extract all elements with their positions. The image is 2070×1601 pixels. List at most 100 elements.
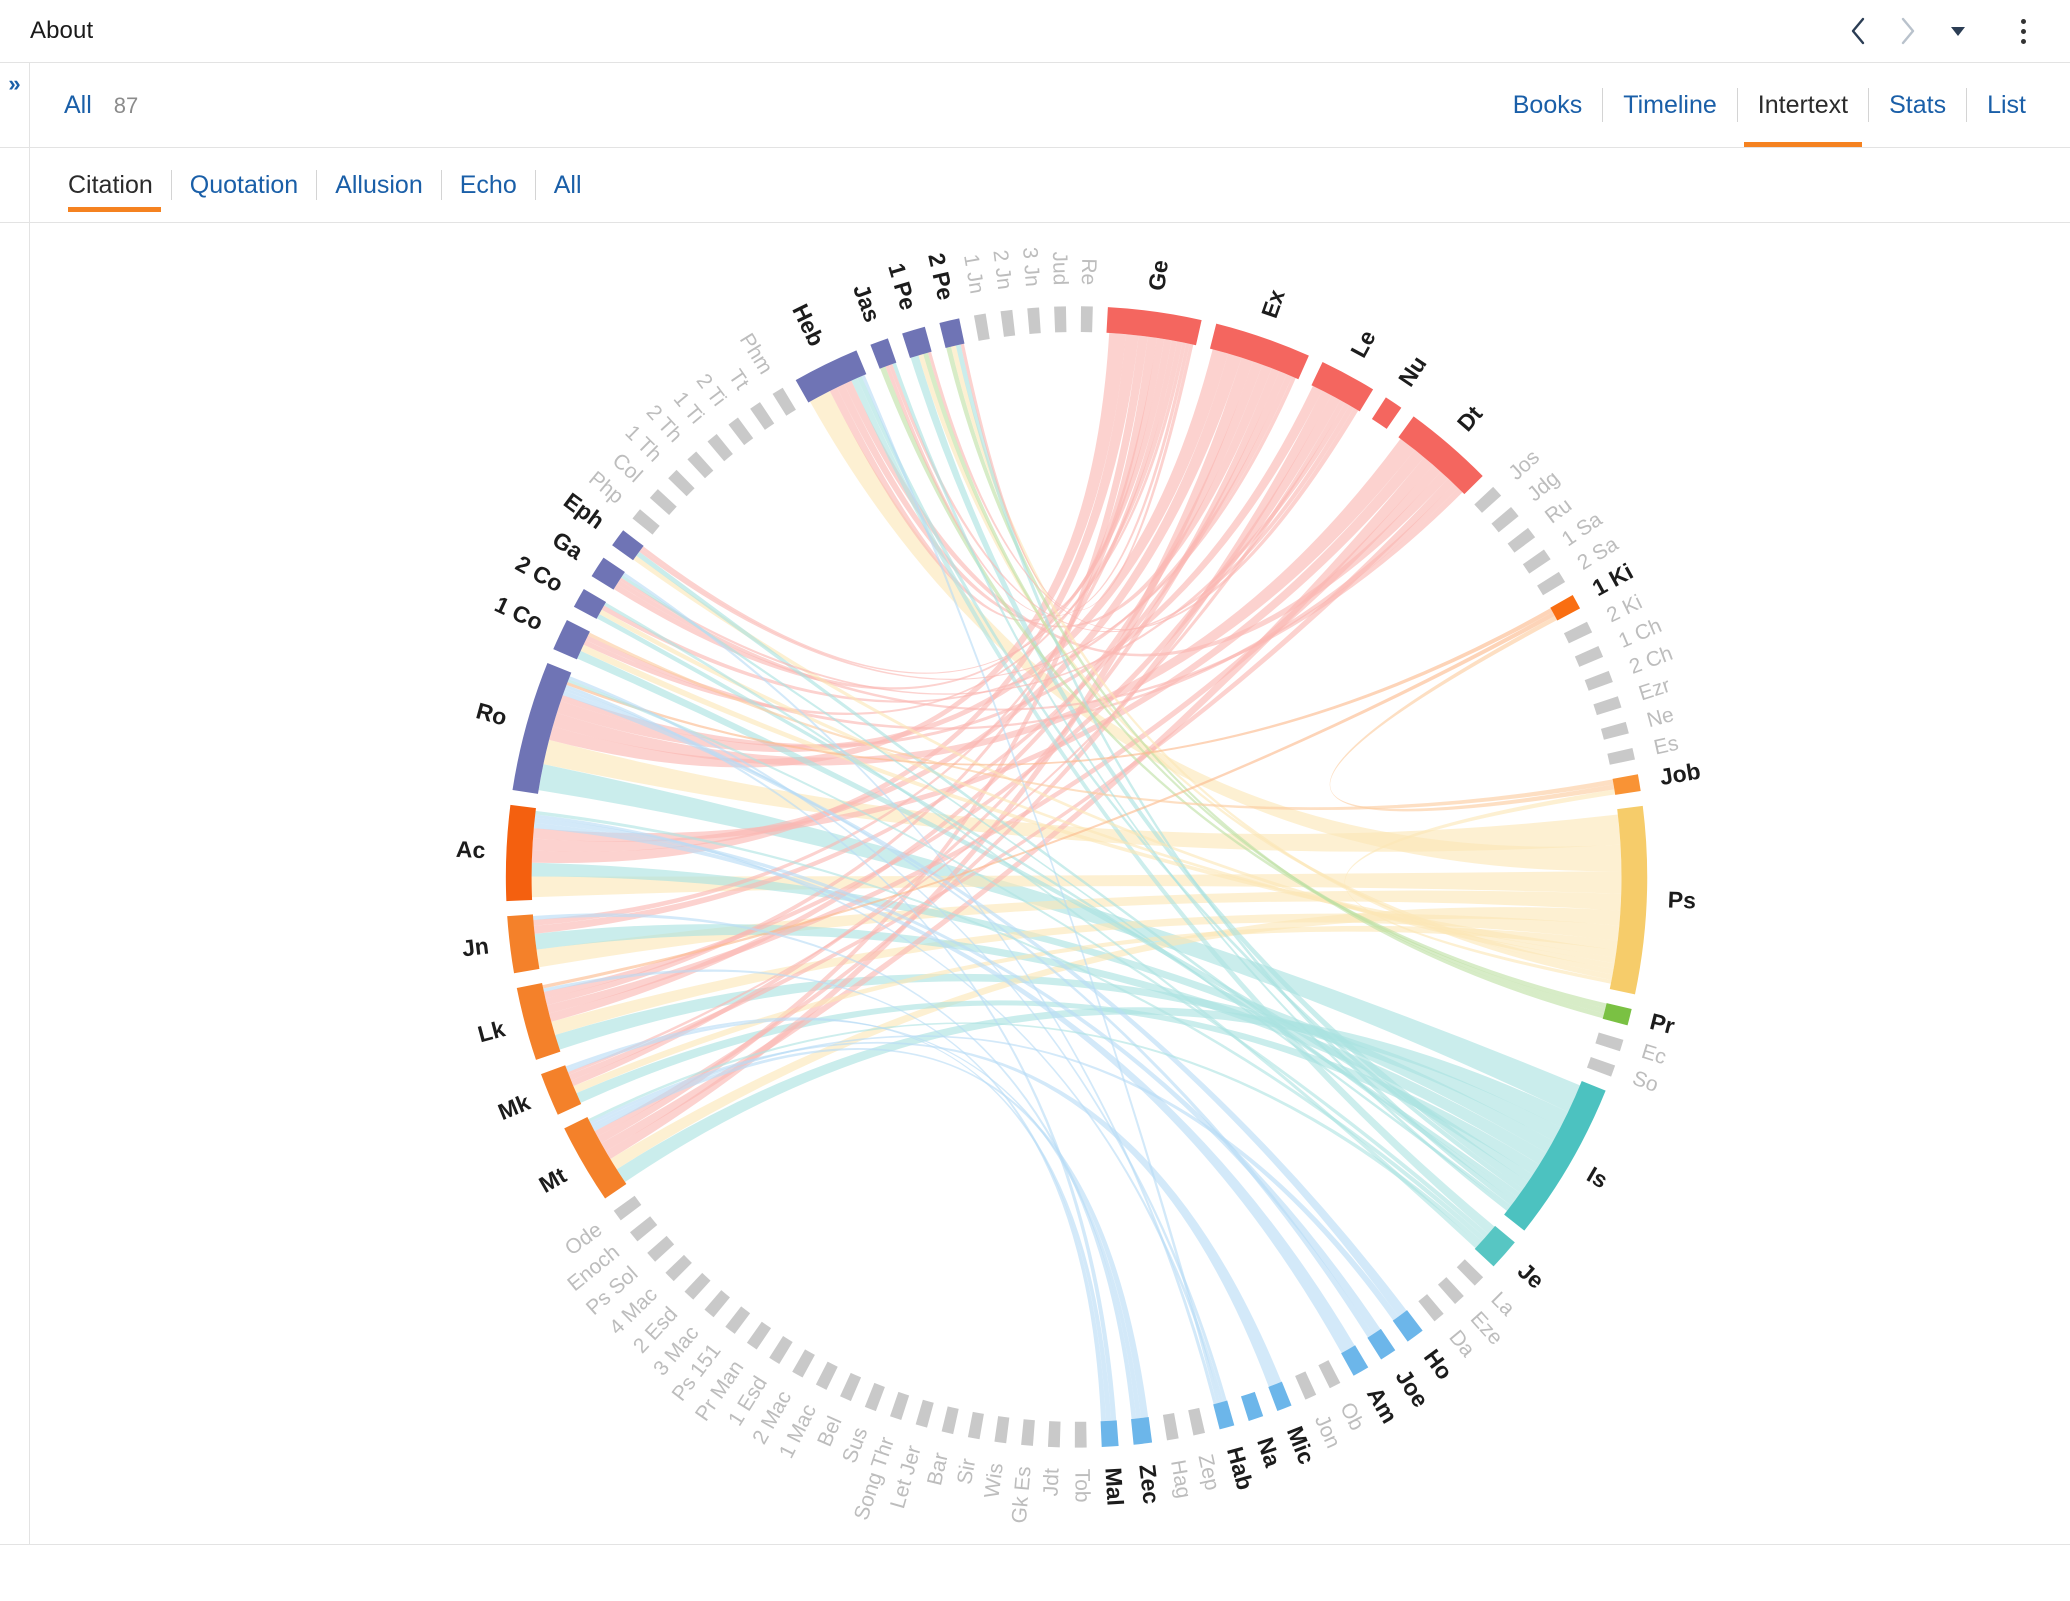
chord-arc[interactable]: [750, 402, 775, 430]
tab-books[interactable]: Books: [1493, 63, 1602, 147]
chord-arc[interactable]: [1188, 1407, 1206, 1436]
chord-arc[interactable]: [1021, 1419, 1035, 1446]
chord-arc[interactable]: [941, 1406, 959, 1435]
chord-arc[interactable]: [1027, 307, 1041, 335]
tab-all[interactable]: All: [536, 148, 600, 222]
chord-arc[interactable]: [1586, 1056, 1616, 1077]
chord-arc[interactable]: [967, 1411, 984, 1440]
content-area: Ge Ex Le Nu Dt Jos Jdg Ru 1 Sa 2 Sa 1 Ki 2 Ki 1 Ch 2 …: [0, 223, 2070, 1544]
chord-arc[interactable]: [864, 1382, 885, 1412]
tab-citation[interactable]: Citation: [64, 148, 171, 222]
chord-arc[interactable]: [704, 1290, 730, 1318]
chord-arc[interactable]: [1074, 1421, 1087, 1448]
chord-arc-label: Ho: [1419, 1344, 1458, 1384]
caret-down-icon[interactable]: [1936, 9, 1980, 53]
chord-arc[interactable]: [1522, 549, 1551, 574]
all-filter: All 87: [64, 91, 138, 120]
chord-diagram[interactable]: GeExLeNuDtJosJdgRu1 Sa2 Sa1 Ki2 Ki1 Ch2 …: [30, 223, 2070, 1544]
sidebar-rail-top: »: [0, 63, 30, 147]
chord-arc[interactable]: [647, 1235, 675, 1262]
chord-arc-label: Ezr: [1636, 674, 1673, 706]
chord-ribbon[interactable]: [1329, 616, 1615, 812]
chord-arc[interactable]: [613, 1195, 642, 1221]
chord-arc[interactable]: [994, 1416, 1010, 1444]
chord-arc[interactable]: [1537, 571, 1566, 596]
chord-arc-label: Ob: [1335, 1399, 1368, 1434]
chord-arc-label: Jdt: [1039, 1468, 1063, 1497]
chord-arc[interactable]: [769, 1336, 793, 1365]
chord-arc[interactable]: [890, 1391, 910, 1420]
tab-intertext[interactable]: Intertext: [1738, 63, 1868, 147]
chord-arc[interactable]: [629, 1216, 658, 1242]
chord-arc[interactable]: [1371, 397, 1402, 429]
chord-arc[interactable]: [505, 804, 536, 902]
chevron-left-icon[interactable]: [1836, 9, 1880, 53]
chord-arc[interactable]: [840, 1372, 862, 1402]
chord-arc[interactable]: [1162, 1413, 1179, 1441]
chord-arc[interactable]: [1584, 670, 1613, 691]
chord-arc-label: Heb: [787, 300, 829, 350]
chord-arc[interactable]: [728, 417, 754, 446]
tab-timeline[interactable]: Timeline: [1603, 63, 1737, 147]
chord-arc[interactable]: [1054, 306, 1067, 333]
chord-arc[interactable]: [939, 318, 965, 348]
tab-stats[interactable]: Stats: [1869, 63, 1966, 147]
chord-arc[interactable]: [725, 1306, 751, 1334]
all-filter-label[interactable]: All: [64, 91, 92, 120]
chord-arc[interactable]: [668, 469, 695, 497]
chord-arc[interactable]: [1491, 506, 1519, 533]
chord-arc[interactable]: [1295, 1371, 1317, 1400]
kind-tabs: Citation Quotation Allusion Echo All: [64, 148, 600, 222]
expand-sidebar-icon[interactable]: »: [8, 73, 20, 95]
chord-arc[interactable]: [772, 387, 796, 416]
chord-arc[interactable]: [1607, 747, 1635, 765]
kind-tab-bar: Citation Quotation Allusion Echo All: [0, 148, 2070, 223]
chord-arc-label: Am: [1362, 1383, 1403, 1428]
kebab-menu-icon[interactable]: [2000, 9, 2046, 53]
chord-arc[interactable]: [1563, 621, 1593, 644]
chord-arc[interactable]: [649, 489, 677, 516]
chord-arc[interactable]: [1047, 1421, 1061, 1448]
chord-arc[interactable]: [746, 1321, 772, 1350]
chord-arc[interactable]: [687, 451, 714, 479]
chord-arc[interactable]: [1240, 1391, 1264, 1421]
chord-arc[interactable]: [1318, 1360, 1341, 1389]
chord-arc[interactable]: [1080, 306, 1093, 333]
chord-arc[interactable]: [1600, 721, 1629, 740]
tab-allusion[interactable]: Allusion: [317, 148, 441, 222]
chevron-right-icon[interactable]: [1886, 9, 1930, 53]
chord-arc-label: Ex: [1256, 286, 1290, 321]
chord-arc[interactable]: [1437, 1277, 1464, 1304]
chord-ribbon[interactable]: [566, 1018, 1142, 1419]
tab-list[interactable]: List: [1967, 63, 2046, 147]
chord-arc[interactable]: [1612, 774, 1641, 795]
chord-arc[interactable]: [1000, 309, 1016, 337]
chord-arc[interactable]: [1595, 1032, 1624, 1052]
chord-arc-label: Gk Es: [1008, 1465, 1036, 1524]
chord-arc[interactable]: [1418, 1294, 1444, 1322]
chord-arc[interactable]: [1593, 696, 1622, 716]
chord-arc-label: Sus: [838, 1424, 873, 1466]
chord-arc[interactable]: [1268, 1381, 1292, 1412]
chord-arc[interactable]: [1602, 1003, 1632, 1026]
chord-arc[interactable]: [1574, 646, 1604, 667]
chord-arc[interactable]: [707, 433, 733, 462]
tab-quotation[interactable]: Quotation: [172, 148, 316, 222]
chord-arc[interactable]: [1474, 486, 1502, 513]
chord-arc[interactable]: [973, 313, 990, 341]
chord-arc[interactable]: [1213, 1400, 1235, 1430]
chord-arc[interactable]: [665, 1254, 692, 1282]
chord-arc[interactable]: [792, 1349, 815, 1378]
chord-arc[interactable]: [915, 1399, 934, 1428]
chord-arc[interactable]: [1456, 1259, 1484, 1286]
chord-arc[interactable]: [815, 1361, 838, 1390]
chord-arc-label: 1 Co: [491, 591, 547, 636]
chord-arc[interactable]: [632, 509, 660, 535]
chord-arc[interactable]: [684, 1272, 711, 1300]
chord-arc[interactable]: [1131, 1417, 1153, 1445]
tab-echo[interactable]: Echo: [442, 148, 535, 222]
chord-arc-label: Hab: [1222, 1444, 1259, 1493]
chord-arc-label: Jud: [1048, 251, 1072, 286]
chord-arc[interactable]: [1507, 527, 1536, 553]
chord-arc[interactable]: [1100, 1420, 1119, 1448]
